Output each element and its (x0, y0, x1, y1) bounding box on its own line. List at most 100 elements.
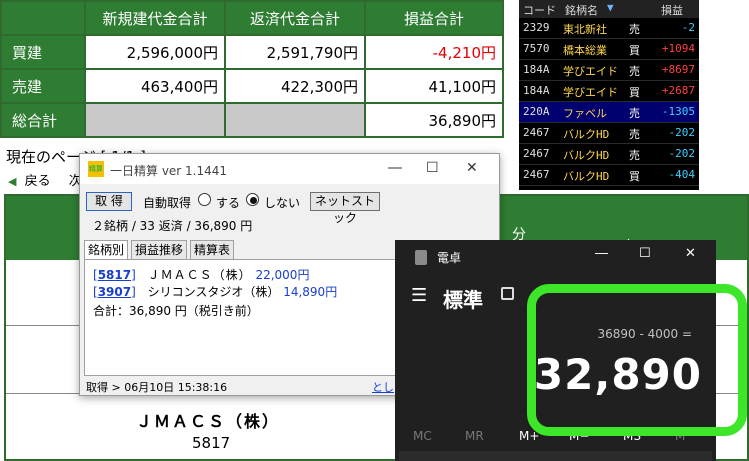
radio-off[interactable] (246, 193, 259, 206)
grand-pnl-total: 36,890円 (364, 102, 504, 138)
stock-code: 2467 (523, 168, 550, 181)
row-label-total: 総合計 (0, 102, 86, 138)
col-code: コード (523, 4, 556, 17)
buy-pnl-total: -4,210円 (364, 34, 504, 70)
stock-pnl: -1305 (661, 105, 695, 118)
settlement-titlebar[interactable]: 精算 一日精算 ver 1.1441 ― ☐ ✕ (80, 154, 499, 184)
radio-on[interactable] (198, 193, 211, 206)
stock-side: 売 (629, 107, 640, 120)
fetch-button[interactable]: 取 得 (86, 192, 132, 211)
stock-row[interactable]: 2467 バルクHD 売 -202 (519, 123, 699, 144)
header-repay-total: 返済代金合計 (224, 0, 366, 36)
stock-line-1: [5817] ＪＭＡＣＳ（株） 22,000円 (93, 266, 309, 283)
maximize-icon[interactable]: ☐ (426, 160, 439, 176)
stock-side: 売 (629, 128, 640, 141)
sell-new-total: 463,400円 (84, 68, 226, 104)
total-repay-empty (224, 102, 366, 138)
net-stock-button[interactable]: ネットストック (310, 192, 380, 225)
tab-settlement-sheet[interactable]: 精算表 (190, 240, 234, 259)
close-icon[interactable]: ✕ (685, 246, 696, 261)
stock-code: 7570 (523, 42, 550, 55)
stock-pnl: -404 (668, 168, 696, 181)
sort-dropdown-icon[interactable]: ▼ (607, 1, 614, 14)
back-link[interactable]: 戻る (25, 174, 51, 189)
buy-new-total: 2,596,000円 (84, 34, 226, 70)
buy-repay-total: 2,591,790円 (224, 34, 366, 70)
tab-pnl-trend[interactable]: 損益推移 (131, 240, 187, 259)
header-pnl-total: 損益合計 (364, 0, 504, 36)
stock-name: バルクHD (563, 128, 610, 141)
col-pnl: 損益 (661, 4, 683, 17)
stock-name: 橋本総業 (563, 44, 607, 57)
stock-pnl: -202 (668, 126, 696, 139)
row-label-buy: 買建 (0, 34, 86, 70)
status-link[interactable]: とし (372, 379, 394, 395)
stock-name: 学びエイド (563, 86, 618, 99)
stock-code-link-1[interactable]: 5817 (98, 268, 131, 282)
stock-side: 売 (629, 149, 640, 162)
stock-code: 2329 (523, 21, 550, 34)
tab-by-stock[interactable]: 銘柄別 (84, 240, 128, 260)
stock-row[interactable]: 184A 学びエイド売 +8697 (519, 60, 699, 81)
stock-side: 買 (629, 170, 640, 183)
stock-value-1: 22,000円 (255, 268, 310, 282)
stock-side: 買 (629, 86, 640, 99)
stock-row[interactable]: 2467 バルクHD 買 -404 (519, 165, 699, 186)
stock-side: 売 (629, 23, 640, 36)
settlement-total: 合計：36,890 円（税引き前） (93, 304, 259, 318)
summary-table: 新規建代金合計 返済代金合計 損益合計 買建 2,596,000円 2,591,… (0, 0, 504, 138)
total-new-empty (84, 102, 226, 138)
calculator-app-icon (415, 250, 427, 265)
stock-pnl: -2 (681, 21, 695, 34)
calculator-keypad-top (399, 451, 712, 461)
minimize-icon[interactable]: ― (595, 246, 608, 261)
window-title: 一日精算 ver 1.1441 (110, 164, 228, 178)
stock-list-header: コード 銘柄名 ▼ 損益 (519, 0, 699, 18)
sell-repay-total: 422,300円 (224, 68, 366, 104)
back-arrow-icon[interactable]: ◀ (8, 175, 16, 188)
header-new-total: 新規建代金合計 (84, 0, 226, 36)
memory-recall-button[interactable]: MR (465, 429, 484, 443)
app-icon: 精算 (88, 161, 104, 177)
stock-side: 売 (629, 65, 640, 78)
stock-row[interactable]: 2467 バルクHD 売 -202 (519, 144, 699, 165)
stock-pnl: +2687 (661, 84, 695, 97)
col-name: 銘柄名 (565, 4, 598, 17)
stock-side: 買 (629, 44, 640, 57)
stock-pnl: +8697 (661, 63, 695, 76)
stock-name: ファベル (563, 107, 607, 120)
stock-code: 2467 (523, 126, 550, 139)
stock-name-2: シリコンスタジオ（株） (147, 285, 280, 299)
stock-row[interactable]: 2329 東北新社 売 -2 (519, 18, 699, 39)
hamburger-menu-icon[interactable]: ☰ (411, 285, 427, 306)
bracket-close: ] (131, 285, 136, 299)
stock-name: バルクHD (563, 170, 610, 183)
stock-row[interactable]: 7570 橋本総業 買 +1094 (519, 39, 699, 60)
stock-name: 東北新社 (563, 23, 607, 36)
stock-code: 2467 (523, 147, 550, 160)
bracket-close: ] (131, 268, 136, 282)
stock-code: 184A (523, 63, 550, 76)
stock-name: バルクHD (563, 149, 610, 162)
mode-title: 標準 (443, 288, 483, 312)
radio-on-label: する (216, 196, 241, 210)
keep-on-top-icon[interactable] (501, 287, 514, 300)
stock-row[interactable]: 184A 学びエイド買 +2687 (519, 81, 699, 102)
pager-nav: ◀ 戻る 次 (8, 170, 82, 189)
corner-cell (0, 0, 86, 36)
stock-list-panel: コード 銘柄名 ▼ 損益 2329 東北新社売 -2 7570 橋本総業買 +1094 18… (519, 0, 699, 190)
stock-name: 学びエイド (563, 65, 618, 78)
maximize-icon[interactable]: ☐ (639, 246, 651, 261)
stock-row[interactable]: 220A ファベル 売 -1305 (519, 102, 699, 123)
green-highlight-annotation (527, 284, 747, 436)
close-icon[interactable]: ✕ (466, 160, 478, 176)
row-label-sell: 売建 (0, 68, 86, 104)
status-text: 取得 > 06月10日 15:38:16 (86, 381, 228, 394)
stock-pnl: +1094 (661, 42, 695, 55)
stock-name-1: ＪＭＡＣＳ（株） (147, 268, 252, 282)
minimize-icon[interactable]: ― (388, 160, 402, 176)
stock-code-link-2[interactable]: 3907 (98, 285, 131, 299)
memory-clear-button[interactable]: MC (413, 429, 432, 443)
company-code: 5817 (192, 434, 231, 452)
sell-pnl-total: 41,100円 (364, 68, 504, 104)
